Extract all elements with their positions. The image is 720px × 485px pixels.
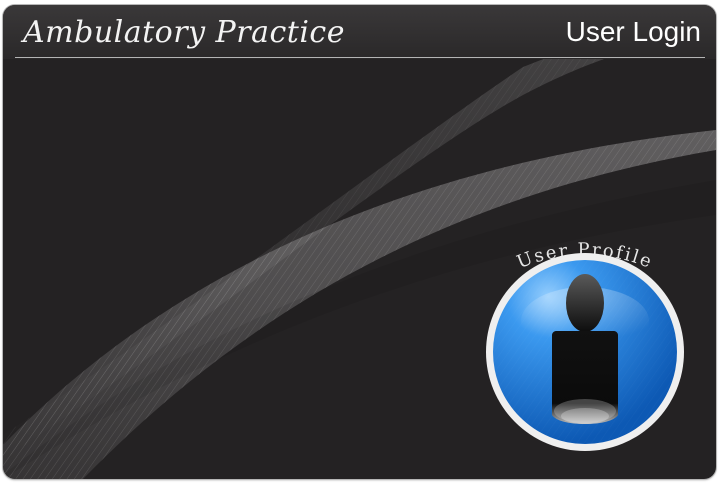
app-title: Ambulatory Practice bbox=[23, 15, 345, 50]
header-divider bbox=[15, 57, 705, 58]
page-title: User Login bbox=[565, 16, 701, 47]
user-profile-icon bbox=[486, 253, 684, 451]
user-profile-logo: User Profile bbox=[479, 225, 691, 457]
login-panel: Ambulatory Practice User Login User Prof… bbox=[3, 5, 716, 479]
